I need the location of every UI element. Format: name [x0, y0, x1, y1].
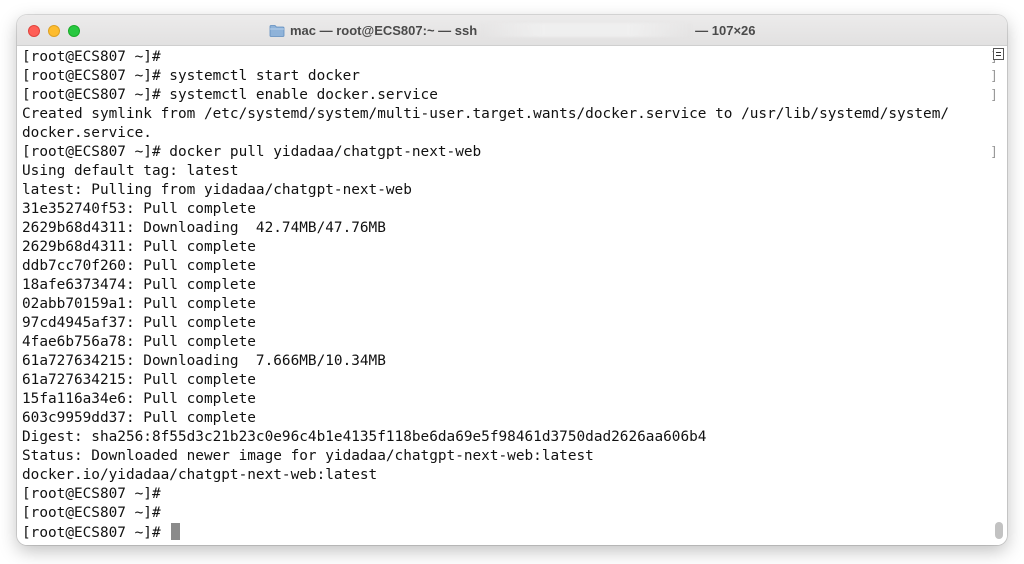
terminal-line: Using default tag: latest: [22, 162, 988, 181]
terminal-line-text: Digest: sha256:8f55d3c21b23c0e96c4b1e413…: [22, 429, 707, 445]
scrollbar-thumb[interactable]: [995, 522, 1003, 539]
terminal-line: 603c9959dd37: Pull complete: [22, 409, 988, 428]
terminal-line-text: 18afe6373474: Pull complete: [22, 277, 256, 293]
minimize-button[interactable]: [48, 25, 60, 37]
terminal-line-text: Created symlink from /etc/systemd/system…: [22, 106, 950, 122]
terminal-line: 97cd4945af37: Pull complete: [22, 314, 988, 333]
terminal-line-text: ddb7cc70f260: Pull complete: [22, 258, 256, 274]
terminal-line: Created symlink from /etc/systemd/system…: [22, 105, 988, 124]
terminal-line: 61a727634215: Downloading 7.666MB/10.34M…: [22, 352, 988, 371]
terminal-line-text: 31e352740f53: Pull complete: [22, 201, 256, 217]
terminal-line: 4fae6b756a78: Pull complete: [22, 333, 988, 352]
terminal-line: 02abb70159a1: Pull complete: [22, 295, 988, 314]
zoom-button[interactable]: [68, 25, 80, 37]
terminal-line-text: [root@ECS807 ~]#: [22, 49, 161, 65]
terminal-line-text: 61a727634215: Pull complete: [22, 372, 256, 388]
title-redacted-region: [481, 23, 692, 37]
terminal-line-text: Using default tag: latest: [22, 163, 239, 179]
terminal-line: Status: Downloaded newer image for yidad…: [22, 447, 988, 466]
terminal-line: 18afe6373474: Pull complete: [22, 276, 988, 295]
terminal-line: [root@ECS807 ~]# docker pull yidadaa/cha…: [22, 143, 998, 162]
title-bar[interactable]: mac — root@ECS807:~ — ssh — 107×26: [17, 15, 1007, 46]
terminal-line-text: Status: Downloaded newer image for yidad…: [22, 448, 594, 464]
terminal-line-text: [root@ECS807 ~]#: [22, 486, 161, 502]
terminal-line: 61a727634215: Pull complete: [22, 371, 988, 390]
line-mark: ]: [990, 145, 998, 160]
terminal-line-text: docker.io/yidadaa/chatgpt-next-web:lates…: [22, 467, 378, 483]
terminal-line-text: 15fa116a34e6: Pull complete: [22, 391, 256, 407]
window-title-text: mac — root@ECS807:~ — ssh: [290, 22, 478, 38]
line-mark: ]: [990, 88, 998, 103]
terminal-line: [root@ECS807 ~]#]: [22, 48, 998, 67]
terminal-line-text: [root@ECS807 ~]# systemctl enable docker…: [22, 87, 438, 103]
terminal-lines: [root@ECS807 ~]#][root@ECS807 ~]# system…: [22, 48, 998, 542]
terminal-line-text: 61a727634215: Downloading 7.666MB/10.34M…: [22, 353, 386, 369]
terminal-line-text: 02abb70159a1: Pull complete: [22, 296, 256, 312]
terminal-line-text: docker.service.: [22, 125, 152, 141]
terminal-line-text: [root@ECS807 ~]# systemctl start docker: [22, 68, 360, 84]
terminal-line-text: 97cd4945af37: Pull complete: [22, 315, 256, 331]
terminal-line-text: 4fae6b756a78: Pull complete: [22, 334, 256, 350]
terminal-line-text: latest: Pulling from yidadaa/chatgpt-nex…: [22, 182, 412, 198]
terminal-line-text: 2629b68d4311: Downloading 42.74MB/47.76M…: [22, 220, 386, 236]
terminal-line-text: 603c9959dd37: Pull complete: [22, 410, 256, 426]
terminal-line: [root@ECS807 ~]# systemctl start docker]: [22, 67, 998, 86]
terminal-line: [root@ECS807 ~]#: [22, 523, 988, 542]
terminal-line-text: [root@ECS807 ~]#: [22, 525, 170, 541]
terminal-line: 2629b68d4311: Downloading 42.74MB/47.76M…: [22, 219, 988, 238]
window-title: mac — root@ECS807:~ — ssh — 107×26: [269, 21, 756, 39]
terminal-line: docker.io/yidadaa/chatgpt-next-web:lates…: [22, 466, 988, 485]
window-dimensions: — 107×26: [695, 22, 756, 38]
folder-icon: [269, 24, 285, 37]
line-mark: ]: [990, 69, 998, 84]
terminal-line: [root@ECS807 ~]# systemctl enable docker…: [22, 86, 998, 105]
terminal-line: Digest: sha256:8f55d3c21b23c0e96c4b1e413…: [22, 428, 988, 447]
terminal-cursor: [171, 523, 181, 540]
terminal-line: latest: Pulling from yidadaa/chatgpt-nex…: [22, 181, 988, 200]
terminal-line: ddb7cc70f260: Pull complete: [22, 257, 988, 276]
terminal-line: [root@ECS807 ~]#: [22, 504, 988, 523]
terminal-line: 31e352740f53: Pull complete: [22, 200, 988, 219]
terminal-window: mac — root@ECS807:~ — ssh — 107×26 [root…: [17, 15, 1007, 545]
close-button[interactable]: [28, 25, 40, 37]
terminal-line: 15fa116a34e6: Pull complete: [22, 390, 988, 409]
scroll-marker-icon[interactable]: [993, 48, 1004, 60]
terminal-line-text: [root@ECS807 ~]# docker pull yidadaa/cha…: [22, 144, 482, 160]
terminal-line-text: 2629b68d4311: Pull complete: [22, 239, 256, 255]
terminal-line-text: [root@ECS807 ~]#: [22, 505, 161, 521]
terminal-output[interactable]: [root@ECS807 ~]#][root@ECS807 ~]# system…: [17, 46, 1007, 545]
terminal-line: [root@ECS807 ~]#: [22, 485, 988, 504]
terminal-line: 2629b68d4311: Pull complete: [22, 238, 988, 257]
terminal-line: docker.service.: [22, 124, 988, 143]
